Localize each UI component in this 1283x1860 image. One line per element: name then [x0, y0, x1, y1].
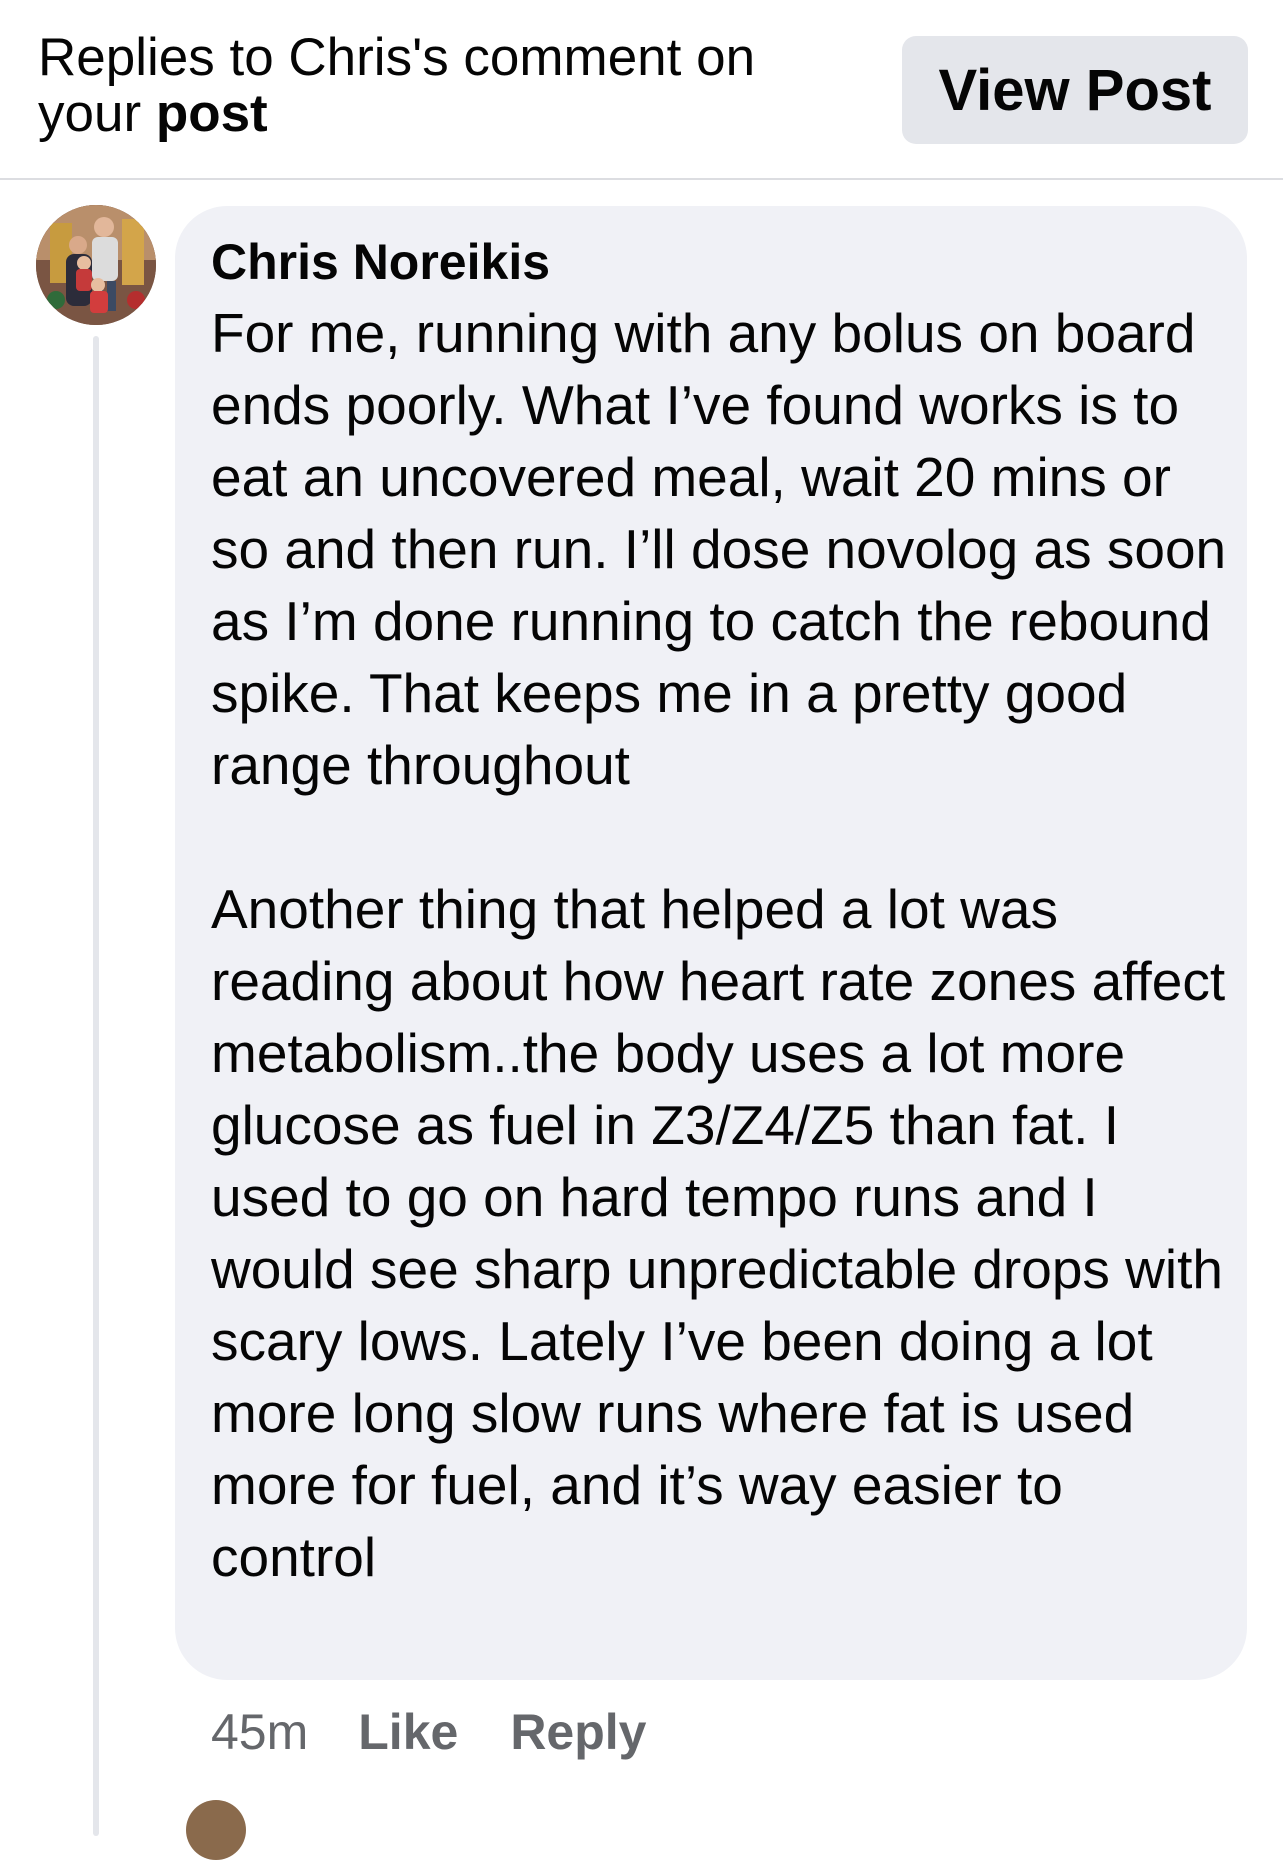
avatar-photo-icon — [36, 205, 156, 325]
comment-paragraph: For me, running with any bolus on board … — [211, 302, 1227, 796]
header-title: Replies to Chris's comment on your post — [38, 30, 858, 142]
comment-timestamp[interactable]: 45m — [211, 1703, 308, 1761]
comment-author[interactable]: Chris Noreikis — [211, 232, 550, 292]
comment-paragraph: Another thing that helped a lot was read… — [211, 878, 1226, 1588]
view-post-button[interactable]: View Post — [902, 36, 1248, 144]
reply-button[interactable]: Reply — [510, 1703, 646, 1761]
comment-text: For me, running with any bolus on board … — [211, 297, 1231, 1593]
like-button[interactable]: Like — [358, 1703, 458, 1761]
header-title-post: post — [155, 84, 268, 143]
avatar[interactable] — [36, 205, 156, 325]
header-title-text: Replies to Chris's comment on your — [38, 28, 756, 143]
replies-header: Replies to Chris's comment on your post … — [0, 0, 1283, 180]
comment-meta: 45m Like Reply — [211, 1697, 699, 1767]
next-reply-avatar[interactable] — [186, 1800, 246, 1860]
thread-line — [93, 336, 99, 1836]
